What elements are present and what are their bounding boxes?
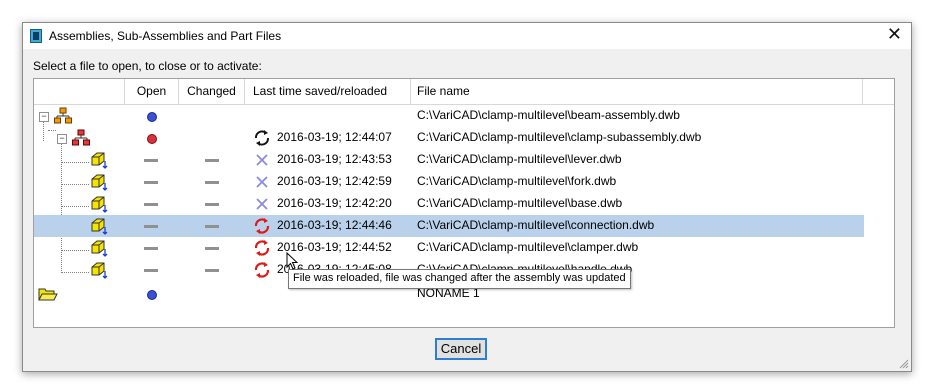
assembly-icon [54, 107, 72, 124]
file-name: C:\VariCAD\clamp-multilevel\base.dwb [417, 196, 623, 210]
file-name: C:\VariCAD\clamp-multilevel\connection.d… [417, 218, 655, 232]
open-status-dot[interactable] [147, 290, 157, 300]
open-status-dash[interactable] [144, 225, 158, 228]
reloaded-icon [254, 262, 270, 278]
cross-icon [256, 176, 268, 188]
open-status-dash[interactable] [144, 159, 158, 162]
part-icon [91, 218, 108, 235]
file-name: C:\VariCAD\clamp-multilevel\beam-assembl… [417, 108, 680, 122]
last-saved: 2016-03-19; 12:42:20 [277, 196, 392, 210]
table-row[interactable]: 2016-03-19; 12:42:20 C:\VariCAD\clamp-mu… [34, 193, 864, 215]
file-list[interactable]: Open Changed Last time saved/reloaded Fi… [33, 78, 895, 328]
changed-status-dash [205, 203, 219, 206]
close-icon[interactable]: ✕ [887, 26, 902, 44]
part-icon [91, 240, 108, 257]
open-status-dash[interactable] [144, 181, 158, 184]
folder-icon [38, 288, 58, 301]
table-row[interactable]: − C:\VariCAD\clamp-multilevel\beam-assem… [34, 105, 864, 127]
changed-status-dash [205, 159, 219, 162]
part-icon [91, 174, 108, 191]
cross-icon [256, 198, 268, 210]
tree-column-header[interactable] [34, 79, 125, 104]
reloaded-icon [254, 240, 270, 256]
last-saved: 2016-03-19; 12:43:53 [277, 152, 392, 166]
title-bar: Assemblies, Sub-Assemblies and Part File… [23, 23, 911, 49]
column-file-name[interactable]: File name [411, 79, 863, 104]
status-tooltip: File was reloaded, file was changed afte… [288, 269, 631, 289]
column-last-saved[interactable]: Last time saved/reloaded [245, 79, 411, 104]
changed-status-dash [205, 225, 219, 228]
cancel-button[interactable]: Cancel [435, 338, 487, 360]
open-status-dot[interactable] [147, 112, 157, 122]
collapse-icon[interactable]: − [39, 112, 49, 122]
assembly-files-dialog: Assemblies, Sub-Assemblies and Part File… [22, 22, 912, 372]
part-icon [91, 262, 108, 279]
column-changed[interactable]: Changed [179, 79, 245, 104]
mouse-cursor-icon [286, 252, 299, 270]
part-icon [91, 152, 108, 169]
resize-grip-icon[interactable] [899, 359, 909, 369]
window-title: Assemblies, Sub-Assemblies and Part File… [49, 29, 282, 43]
column-open[interactable]: Open [125, 79, 179, 104]
last-saved: 2016-03-19; 12:44:07 [277, 130, 392, 144]
file-name: C:\VariCAD\clamp-multilevel\clamp-subass… [417, 130, 702, 144]
last-saved: 2016-03-19; 12:42:59 [277, 174, 392, 188]
column-empty [863, 79, 894, 104]
changed-status-dash [205, 181, 219, 184]
table-row-selected[interactable]: 2016-03-19; 12:44:46 C:\VariCAD\clamp-mu… [34, 215, 864, 237]
open-status-dash[interactable] [144, 203, 158, 206]
table-row[interactable]: 2016-03-19; 12:43:53 C:\VariCAD\clamp-mu… [34, 149, 864, 171]
saved-sync-icon [255, 130, 269, 146]
instruction-text: Select a file to open, to close or to ac… [33, 59, 262, 73]
reloaded-icon [254, 218, 270, 234]
table-row[interactable]: − 2016-03-19; 12:44:07 C:\VariCAD\clamp-… [34, 127, 864, 149]
part-icon [91, 196, 108, 213]
file-name: C:\VariCAD\clamp-multilevel\fork.dwb [417, 174, 617, 188]
open-status-dot[interactable] [147, 134, 157, 144]
app-icon [30, 29, 42, 43]
open-status-dash[interactable] [144, 269, 158, 272]
open-status-dash[interactable] [144, 247, 158, 250]
list-header: Open Changed Last time saved/reloaded Fi… [34, 79, 894, 105]
last-saved: 2016-03-19; 12:44:46 [277, 218, 392, 232]
table-row[interactable]: 2016-03-19; 12:44:52 C:\VariCAD\clamp-mu… [34, 237, 864, 259]
table-row[interactable]: 2016-03-19; 12:42:59 C:\VariCAD\clamp-mu… [34, 171, 864, 193]
collapse-icon[interactable]: − [57, 134, 67, 144]
file-name: C:\VariCAD\clamp-multilevel\lever.dwb [417, 152, 622, 166]
subassembly-icon [72, 129, 90, 146]
file-name: C:\VariCAD\clamp-multilevel\clamper.dwb [417, 240, 639, 254]
cross-icon [256, 154, 268, 166]
changed-status-dash [205, 247, 219, 250]
changed-status-dash [205, 269, 219, 272]
